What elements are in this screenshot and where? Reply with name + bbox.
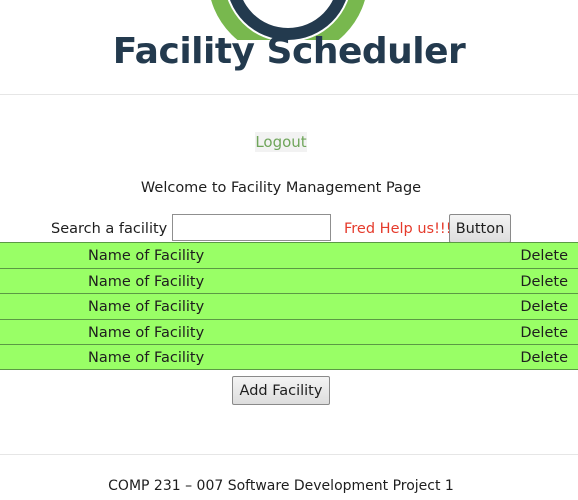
table-row: Name of Facility Delete xyxy=(0,267,578,294)
facility-name: Name of Facility xyxy=(88,248,205,264)
delete-facility-link[interactable]: Delete xyxy=(520,272,568,292)
help-text: Fred Help us!!! xyxy=(344,221,452,237)
facility-name: Name of Facility xyxy=(88,324,205,341)
add-facility-button[interactable]: Add Facility xyxy=(232,376,330,405)
delete-facility-link[interactable]: Delete xyxy=(520,323,568,343)
welcome-heading: Welcome to Facility Management Page xyxy=(140,180,422,196)
delete-facility-link[interactable]: Delete xyxy=(520,297,568,317)
table-row: Name of Facility Delete xyxy=(0,344,578,370)
table-row: Name of Facility Delete xyxy=(0,318,578,345)
site-header: Facility Scheduler xyxy=(0,0,578,94)
search-label: Search a facility xyxy=(51,221,168,237)
header-divider xyxy=(0,94,578,95)
footer-divider xyxy=(0,454,578,455)
facility-table: Name of Facility Delete Name of Facility… xyxy=(0,242,578,370)
logout-link[interactable]: Logout xyxy=(255,132,307,152)
table-row: Name of Facility Delete xyxy=(0,242,578,268)
search-input[interactable] xyxy=(172,214,331,241)
facility-name: Name of Facility xyxy=(88,299,205,316)
delete-facility-link[interactable]: Delete xyxy=(520,348,568,368)
facility-name: Name of Facility xyxy=(88,273,205,290)
delete-facility-link[interactable]: Delete xyxy=(520,246,568,266)
app-title: Facility Scheduler xyxy=(112,31,466,72)
facility-name: Name of Facility xyxy=(88,350,205,367)
footer-text: COMP 231 – 007 Software Development Proj… xyxy=(108,478,454,494)
table-row: Name of Facility Delete xyxy=(0,293,578,319)
search-button[interactable]: Button xyxy=(449,214,511,243)
